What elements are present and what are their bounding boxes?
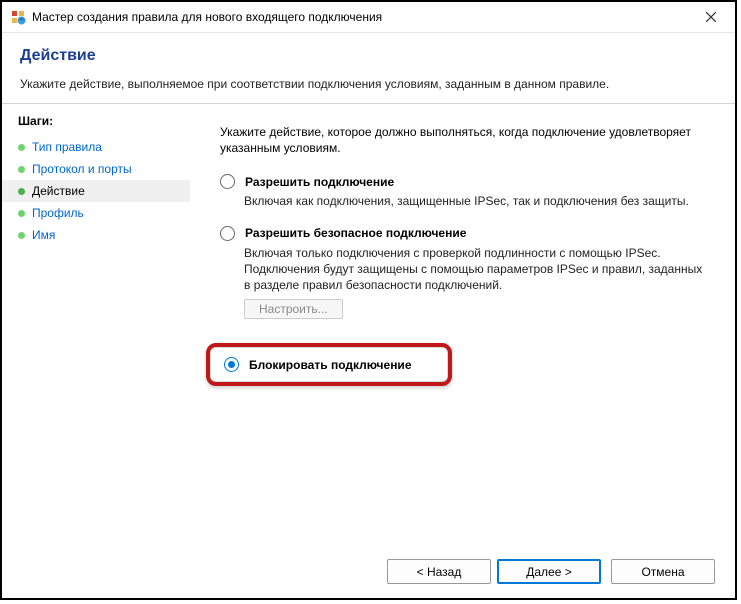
- header-band: Действие Укажите действие, выполняемое п…: [2, 33, 735, 104]
- configure-button: Настроить...: [244, 299, 343, 319]
- radio-allow[interactable]: [220, 174, 235, 189]
- step-action[interactable]: Действие: [2, 180, 190, 202]
- option-description: Включая как подключения, защищенные IPSe…: [244, 193, 705, 209]
- radio-dot-icon: [228, 361, 235, 368]
- step-bullet-icon: [18, 232, 25, 239]
- next-button[interactable]: Далее >: [497, 559, 601, 584]
- step-bullet-icon: [18, 166, 25, 173]
- step-rule-type[interactable]: Тип правила: [2, 136, 190, 158]
- nav-button-group: < Назад Далее >: [387, 559, 601, 584]
- step-protocol-ports[interactable]: Протокол и порты: [2, 158, 190, 180]
- window-title: Мастер создания правила для нового входя…: [32, 10, 382, 24]
- steps-sidebar: Шаги: Тип правила Протокол и порты Дейст…: [2, 104, 190, 549]
- steps-title: Шаги:: [2, 114, 190, 136]
- close-button[interactable]: [691, 3, 731, 31]
- step-label: Тип правила: [32, 140, 102, 154]
- step-bullet-icon: [18, 210, 25, 217]
- step-bullet-icon: [18, 144, 25, 151]
- step-label: Профиль: [32, 206, 84, 220]
- wizard-window: Мастер создания правила для нового входя…: [0, 0, 737, 600]
- option-label[interactable]: Блокировать подключение: [249, 358, 412, 372]
- step-profile[interactable]: Профиль: [2, 202, 190, 224]
- intro-text: Укажите действие, которое должно выполня…: [220, 124, 705, 156]
- firewall-icon: [10, 9, 26, 25]
- step-label: Имя: [32, 228, 55, 242]
- page-subheading: Укажите действие, выполняемое при соотве…: [20, 77, 717, 91]
- option-label[interactable]: Разрешить подключение: [245, 175, 394, 189]
- step-label: Действие: [32, 184, 85, 198]
- radio-allow-secure[interactable]: [220, 226, 235, 241]
- option-allow: Разрешить подключение Включая как подклю…: [220, 174, 705, 209]
- step-bullet-icon: [18, 188, 25, 195]
- option-allow-secure: Разрешить безопасное подключение Включая…: [220, 226, 705, 328]
- back-button[interactable]: < Назад: [387, 559, 491, 584]
- page-heading: Действие: [20, 47, 717, 65]
- radio-block[interactable]: [224, 357, 239, 372]
- highlight-box: Блокировать подключение: [206, 343, 452, 386]
- main-content: Укажите действие, которое должно выполня…: [190, 104, 735, 549]
- body: Шаги: Тип правила Протокол и порты Дейст…: [2, 104, 735, 549]
- titlebar: Мастер создания правила для нового входя…: [2, 2, 735, 33]
- step-label: Протокол и порты: [32, 162, 132, 176]
- footer: < Назад Далее > Отмена: [2, 549, 735, 598]
- close-icon: [706, 12, 716, 22]
- step-name[interactable]: Имя: [2, 224, 190, 246]
- option-description: Включая только подключения с проверкой п…: [244, 245, 705, 294]
- cancel-button[interactable]: Отмена: [611, 559, 715, 584]
- option-label[interactable]: Разрешить безопасное подключение: [245, 226, 466, 240]
